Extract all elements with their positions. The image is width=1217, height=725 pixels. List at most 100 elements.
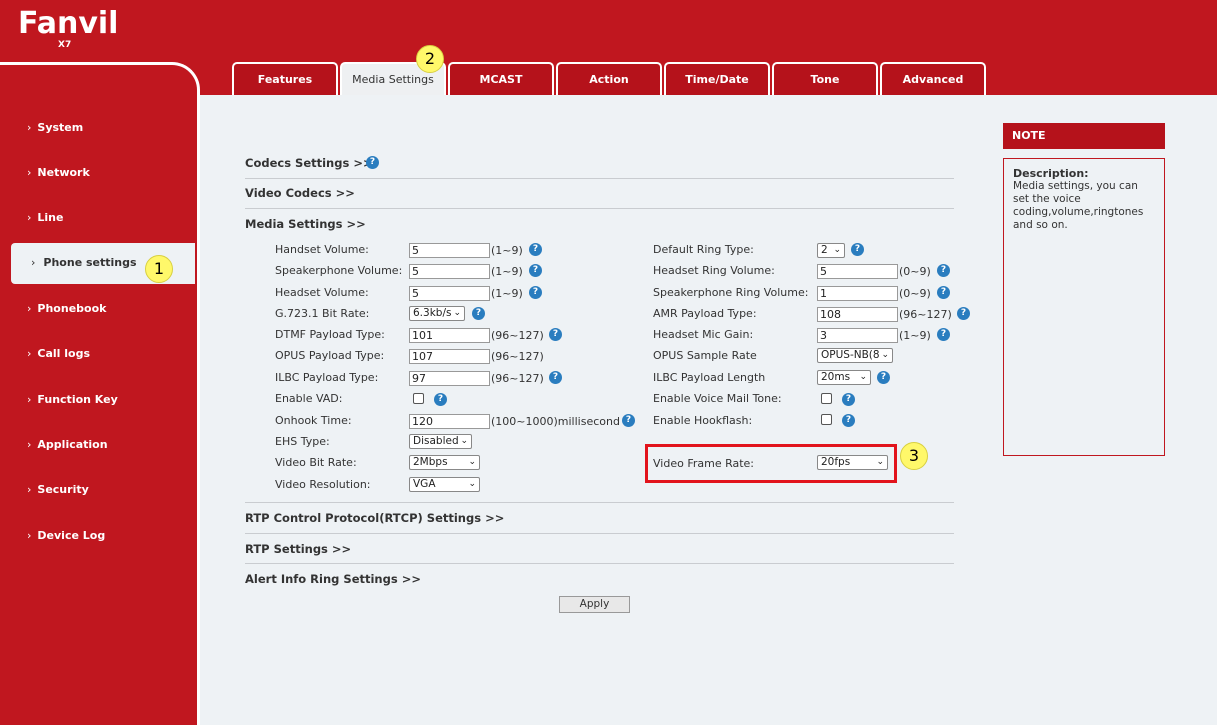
- g7231-bit-rate-label: G.723.1 Bit Rate:: [275, 307, 370, 320]
- opus-sample-rate-label: OPUS Sample Rate: [653, 349, 757, 362]
- headset-ring-volume-input[interactable]: 5: [817, 264, 898, 279]
- divider: [245, 208, 954, 209]
- speakerphone-ring-volume-input[interactable]: 1: [817, 286, 898, 301]
- help-icon[interactable]: ?: [529, 264, 542, 277]
- chevron-down-icon: ⌄: [468, 479, 476, 489]
- sidebar-item-phonebook[interactable]: › Phonebook: [27, 302, 106, 315]
- video-bit-rate-select[interactable]: 2Mbps ⌄: [409, 455, 480, 470]
- logo-text: Fanvil: [18, 6, 119, 41]
- headset-volume-range: (1~9): [491, 287, 523, 300]
- ilbc-payload-input[interactable]: 97: [409, 371, 490, 386]
- section-rtcp-settings[interactable]: RTP Control Protocol(RTCP) Settings >>: [245, 511, 504, 525]
- help-icon[interactable]: ?: [549, 328, 562, 341]
- sidebar-item-label: Call logs: [37, 347, 91, 360]
- enable-vad-label: Enable VAD:: [275, 392, 343, 405]
- select-value: 6.3kb/s: [413, 307, 452, 319]
- video-resolution-select[interactable]: VGA ⌄: [409, 477, 480, 492]
- help-icon[interactable]: ?: [842, 414, 855, 427]
- sidebar-item-label: Phone settings: [43, 256, 137, 269]
- handset-volume-label: Handset Volume:: [275, 243, 369, 256]
- callout-badge-2: 2: [416, 45, 444, 73]
- headset-mic-gain-input[interactable]: 3: [817, 328, 898, 343]
- headset-ring-volume-range: (0~9): [899, 265, 931, 278]
- tab-features[interactable]: Features: [232, 62, 338, 95]
- help-icon[interactable]: ?: [622, 414, 635, 427]
- note-text: Media settings, you can set the voice co…: [1013, 180, 1144, 231]
- sidebar-item-system[interactable]: › System: [27, 121, 83, 134]
- help-icon[interactable]: ?: [366, 156, 379, 169]
- tab-time-date[interactable]: Time/Date: [664, 62, 770, 95]
- chevron-right-icon: ›: [27, 121, 32, 134]
- note-title: Description:: [1013, 167, 1089, 180]
- help-icon[interactable]: ?: [842, 393, 855, 406]
- sidebar-item-network[interactable]: › Network: [27, 166, 90, 179]
- callout-badge-3: 3: [900, 442, 928, 470]
- help-icon[interactable]: ?: [529, 243, 542, 256]
- tab-action[interactable]: Action: [556, 62, 662, 95]
- ilbc-payload-range: (96~127): [491, 372, 544, 385]
- headset-volume-input[interactable]: 5: [409, 286, 490, 301]
- help-icon[interactable]: ?: [472, 307, 485, 320]
- sidebar-item-function-key[interactable]: › Function Key: [27, 393, 118, 406]
- sidebar-item-call-logs[interactable]: › Call logs: [27, 347, 90, 360]
- headset-mic-gain-label: Headset Mic Gain:: [653, 328, 754, 341]
- help-icon[interactable]: ?: [957, 307, 970, 320]
- sidebar-item-line[interactable]: › Line: [27, 211, 63, 224]
- ilbc-payload-label: ILBC Payload Type:: [275, 371, 379, 384]
- enable-hookflash-checkbox[interactable]: [821, 414, 832, 425]
- headset-volume-label: Headset Volume:: [275, 286, 369, 299]
- help-icon[interactable]: ?: [549, 371, 562, 384]
- chevron-right-icon: ›: [31, 256, 36, 269]
- ilbc-payload-length-select[interactable]: 20ms ⌄: [817, 370, 871, 385]
- sidebar-item-device-log[interactable]: › Device Log: [27, 529, 105, 542]
- ilbc-payload-length-label: ILBC Payload Length: [653, 371, 766, 384]
- tab-mcast[interactable]: MCAST: [448, 62, 554, 95]
- section-alert-info-ring-settings[interactable]: Alert Info Ring Settings >>: [245, 572, 421, 586]
- sidebar-item-application[interactable]: › Application: [27, 438, 108, 451]
- help-icon[interactable]: ?: [434, 393, 447, 406]
- logo-model: X7: [58, 40, 72, 50]
- speakerphone-ring-volume-range: (0~9): [899, 287, 931, 300]
- select-value: 20ms: [821, 371, 851, 383]
- enable-voice-mail-tone-label: Enable Voice Mail Tone:: [653, 392, 782, 405]
- help-icon[interactable]: ?: [529, 286, 542, 299]
- enable-hookflash-label: Enable Hookflash:: [653, 414, 753, 427]
- headset-mic-gain-range: (1~9): [899, 329, 931, 342]
- section-media-settings[interactable]: Media Settings >>: [245, 217, 366, 231]
- chevron-down-icon: ⌄: [460, 436, 468, 446]
- speakerphone-volume-input[interactable]: 5: [409, 264, 490, 279]
- select-value: VGA: [413, 478, 436, 490]
- help-icon[interactable]: ?: [937, 328, 950, 341]
- enable-vad-checkbox[interactable]: [413, 393, 424, 404]
- opus-payload-input[interactable]: 107: [409, 349, 490, 364]
- sidebar-item-label: Security: [37, 483, 89, 496]
- divider: [245, 502, 954, 503]
- sidebar-item-label: Network: [37, 166, 90, 179]
- tab-tone[interactable]: Tone: [772, 62, 878, 95]
- section-rtp-settings[interactable]: RTP Settings >>: [245, 542, 351, 556]
- onhook-time-input[interactable]: 120: [409, 414, 490, 429]
- help-icon[interactable]: ?: [937, 264, 950, 277]
- apply-button[interactable]: Apply: [559, 596, 630, 613]
- sidebar-item-label: Phonebook: [37, 302, 107, 315]
- help-icon[interactable]: ?: [877, 371, 890, 384]
- select-value: 2Mbps: [413, 456, 448, 468]
- handset-volume-input[interactable]: 5: [409, 243, 490, 258]
- ehs-type-select[interactable]: Disabled ⌄: [409, 434, 472, 449]
- headset-ring-volume-label: Headset Ring Volume:: [653, 264, 775, 277]
- onhook-time-label: Onhook Time:: [275, 414, 352, 427]
- dtmf-payload-input[interactable]: 101: [409, 328, 490, 343]
- section-video-codecs[interactable]: Video Codecs >>: [245, 186, 355, 200]
- g7231-bit-rate-select[interactable]: 6.3kb/s ⌄: [409, 306, 465, 321]
- enable-voice-mail-tone-checkbox[interactable]: [821, 393, 832, 404]
- default-ring-type-select[interactable]: 2 ⌄: [817, 243, 845, 258]
- section-codecs-settings[interactable]: Codecs Settings >>: [245, 156, 373, 170]
- help-icon[interactable]: ?: [937, 286, 950, 299]
- chevron-right-icon: ›: [27, 393, 32, 406]
- sidebar-item-security[interactable]: › Security: [27, 483, 89, 496]
- chevron-right-icon: ›: [27, 529, 32, 542]
- help-icon[interactable]: ?: [851, 243, 864, 256]
- amr-payload-input[interactable]: 108: [817, 307, 898, 322]
- opus-sample-rate-select[interactable]: OPUS-NB(8 ⌄: [817, 348, 893, 363]
- tab-advanced[interactable]: Advanced: [880, 62, 986, 95]
